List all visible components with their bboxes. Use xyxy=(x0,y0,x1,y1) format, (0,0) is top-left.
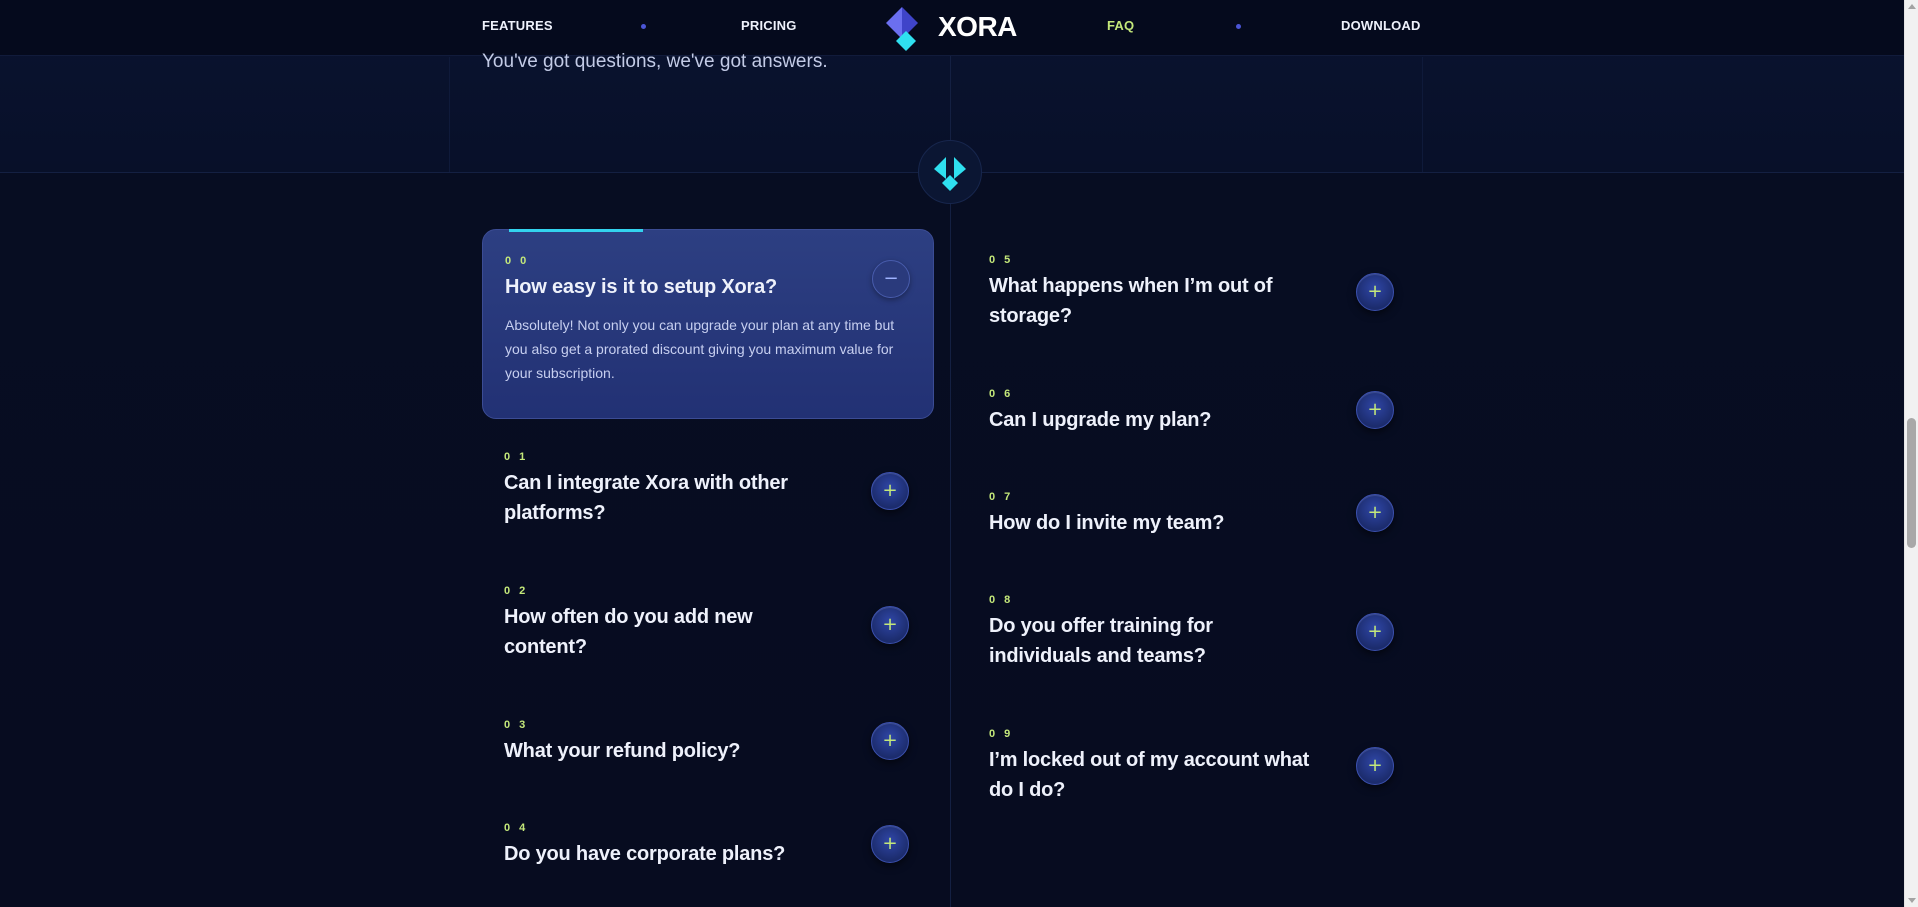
faq-item-01[interactable]: 0 1 Can I integrate Xora with other plat… xyxy=(482,426,934,528)
collapse-button[interactable]: − xyxy=(872,260,910,298)
faq-number: 0 6 xyxy=(989,388,1014,400)
faq-number: 0 8 xyxy=(989,594,1014,606)
xora-logo-icon xyxy=(934,157,966,191)
faq-subtitle: You've got questions, we've got answers. xyxy=(482,51,828,72)
expand-button[interactable]: + xyxy=(1356,613,1394,651)
faq-question: How do I invite my team? xyxy=(989,512,1225,534)
plus-icon: + xyxy=(882,730,898,751)
faq-question: I’m locked out of my account what do I d… xyxy=(989,749,1310,801)
nav-features-link[interactable]: FEATURES xyxy=(482,18,553,33)
faq-question: How easy is it to setup Xora? xyxy=(505,276,778,298)
faq-number: 0 7 xyxy=(989,491,1014,503)
center-logo-badge xyxy=(918,140,982,204)
expand-button[interactable]: + xyxy=(871,825,909,863)
expand-button[interactable]: + xyxy=(1356,391,1394,429)
faq-item-02[interactable]: 0 2 How often do you add new content? + xyxy=(482,560,934,662)
faq-number: 0 3 xyxy=(504,719,529,731)
nav-pricing-link[interactable]: PRICING xyxy=(741,18,797,33)
xora-logo-icon xyxy=(886,7,918,51)
faq-item-04[interactable]: 0 4 Do you have corporate plans? + xyxy=(482,797,934,869)
faq-number: 0 4 xyxy=(504,822,529,834)
faq-number: 0 5 xyxy=(989,254,1014,266)
faq-item-07[interactable]: 0 7 How do I invite my team? + xyxy=(967,466,1419,538)
faq-answer: Absolutely! Not only you can upgrade you… xyxy=(505,317,895,381)
faq-number: 0 9 xyxy=(989,728,1014,740)
plus-icon: + xyxy=(1367,621,1383,642)
faq-question: Do you have corporate plans? xyxy=(504,843,786,865)
plus-icon: + xyxy=(1367,502,1383,523)
grid-line-right xyxy=(1422,57,1423,172)
brand-name: XORA xyxy=(938,11,1017,42)
plus-icon: + xyxy=(882,614,898,635)
grid-line-left xyxy=(449,57,450,172)
faq-item-03[interactable]: 0 3 What your refund policy? + xyxy=(482,694,934,766)
nav-separator-dot xyxy=(1236,24,1241,29)
plus-icon: + xyxy=(1367,281,1383,302)
faq-number: 0 2 xyxy=(504,585,529,597)
expand-button[interactable]: + xyxy=(871,722,909,760)
faq-item-05[interactable]: 0 5 What happens when I’m out of storage… xyxy=(967,229,1419,331)
expand-button[interactable]: + xyxy=(871,606,909,644)
scroll-up-arrow-icon[interactable] xyxy=(1908,4,1916,9)
expand-button[interactable]: + xyxy=(1356,273,1394,311)
faq-question: Do you offer training for individuals an… xyxy=(989,615,1213,667)
scroll-down-arrow-icon[interactable] xyxy=(1908,898,1916,903)
faq-item-09[interactable]: 0 9 I’m locked out of my account what do… xyxy=(967,703,1419,805)
expand-button[interactable]: + xyxy=(1356,747,1394,785)
faq-item-06[interactable]: 0 6 Can I upgrade my plan? + xyxy=(967,363,1419,435)
faq-question: Can I upgrade my plan? xyxy=(989,409,1212,431)
plus-icon: + xyxy=(882,833,898,854)
plus-icon: + xyxy=(1367,755,1383,776)
faq-question: How often do you add new content? xyxy=(504,606,753,658)
faq-question: What your refund policy? xyxy=(504,740,741,762)
plus-icon: + xyxy=(882,480,898,501)
faq-number: 0 0 xyxy=(505,255,530,267)
scrollbar-thumb[interactable] xyxy=(1907,418,1916,548)
nav-download-link[interactable]: DOWNLOAD xyxy=(1341,18,1421,33)
nav-separator-dot xyxy=(641,24,646,29)
faq-item-00[interactable]: 0 0 How easy is it to setup Xora? Absolu… xyxy=(482,229,934,419)
top-navbar: FEATURES PRICING XORA FAQ DOWNLOAD xyxy=(0,0,1904,56)
plus-icon: + xyxy=(1367,399,1383,420)
expand-button[interactable]: + xyxy=(871,472,909,510)
faq-question: What happens when I’m out of storage? xyxy=(989,275,1273,327)
faq-number: 0 1 xyxy=(504,451,529,463)
faq-question: Can I integrate Xora with other platform… xyxy=(504,472,788,524)
expand-button[interactable]: + xyxy=(1356,494,1394,532)
faq-page: FEATURES PRICING XORA FAQ DOWNLOAD You'v… xyxy=(0,0,1918,907)
faq-item-08[interactable]: 0 8 Do you offer training for individual… xyxy=(967,569,1419,671)
nav-faq-link[interactable]: FAQ xyxy=(1107,18,1134,33)
brand-logo[interactable]: XORA xyxy=(882,2,1017,52)
minus-icon: − xyxy=(883,268,899,289)
vertical-scrollbar[interactable] xyxy=(1904,0,1918,907)
